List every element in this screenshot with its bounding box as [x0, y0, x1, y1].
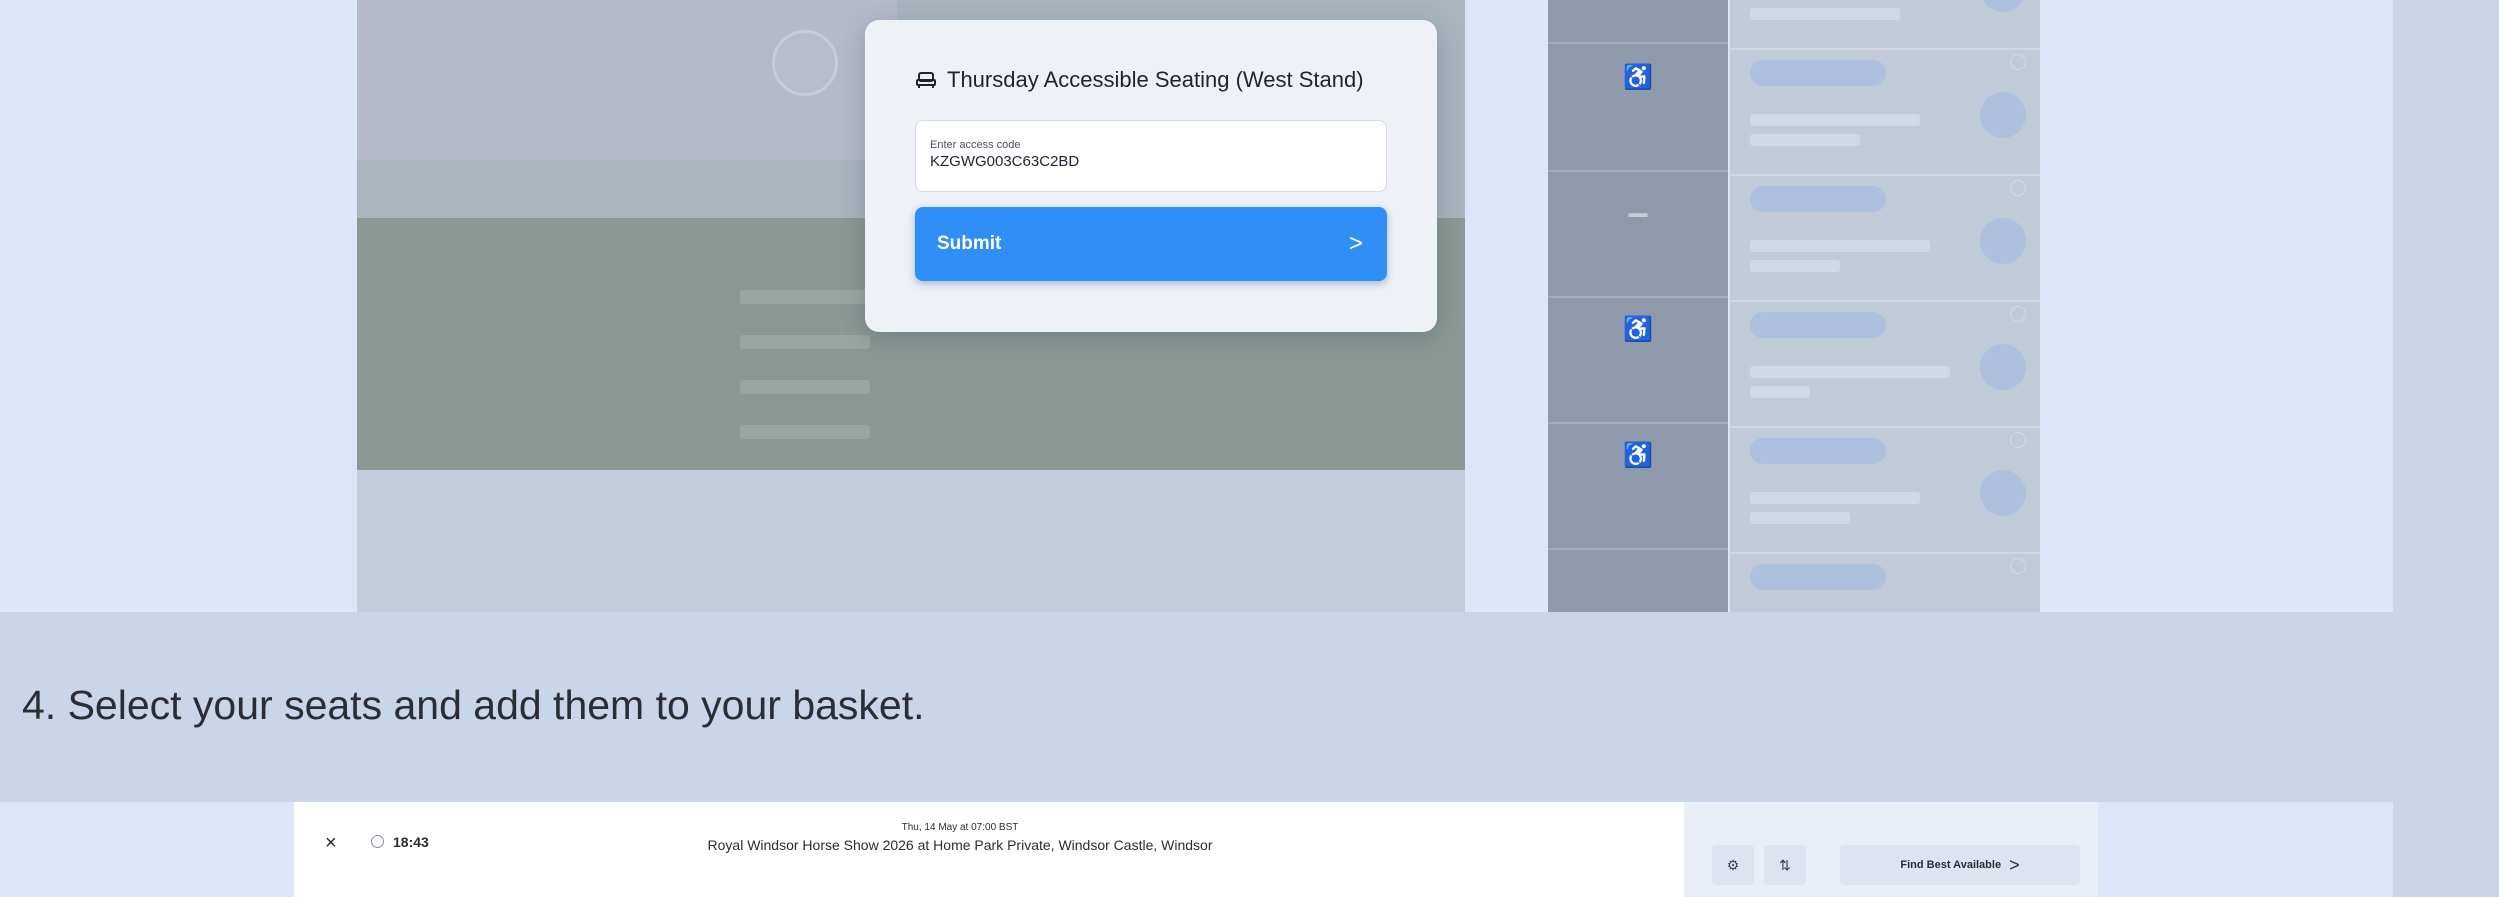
seat-map-row: [740, 290, 870, 304]
seat-map-row: [740, 380, 870, 394]
ticket-type-item: ♿: [1548, 300, 1728, 424]
seat-map-row: [740, 425, 870, 439]
info-icon: [2010, 180, 2026, 196]
find-best-available-button[interactable]: Find Best Available >: [1840, 845, 2080, 885]
add-ticket-icon: [1980, 218, 2026, 264]
find-best-available-label: Find Best Available: [1900, 859, 2002, 871]
submit-button[interactable]: Submit >: [915, 207, 1387, 281]
ticket-card: [1730, 50, 2040, 176]
ticket-type-item: ▁: [1548, 174, 1728, 298]
sort-icon: ⇅: [1779, 856, 1791, 873]
add-ticket-icon: [1980, 92, 2026, 138]
access-code-field[interactable]: Enter access code: [915, 120, 1387, 192]
wheelchair-icon: ♿: [1623, 317, 1653, 343]
dialog-title-text: Thursday Accessible Seating (West Stand): [947, 67, 1364, 92]
platform-icon: ▁: [1628, 191, 1648, 217]
ticket-type-list: ♿ ♿ ▁ ♿ ♿: [1548, 0, 1728, 612]
access-code-label: Enter access code: [930, 139, 1021, 151]
info-icon: [2010, 432, 2026, 448]
access-code-dialog: Thursday Accessible Seating (West Stand)…: [865, 20, 1437, 332]
code-needed-badge: [1750, 438, 1886, 464]
event-date: Thu, 14 May at 07:00 BST: [901, 822, 1019, 833]
wheelchair-icon: ♿: [1623, 65, 1653, 91]
add-ticket-icon: [1980, 0, 2026, 12]
seat-selection-screenshot: × 18:43 Thu, 14 May at 07:00 BST Royal W…: [0, 802, 2393, 897]
ticket-card: [1730, 428, 2040, 554]
seat-icon: [915, 69, 937, 91]
ticket-card-list: [1730, 0, 2040, 612]
access-code-input[interactable]: [930, 152, 1372, 170]
submit-button-label: Submit: [937, 233, 1002, 254]
step-instruction: 4. Select your seats and add them to you…: [22, 682, 925, 728]
chevron-right-icon: >: [2009, 854, 2020, 875]
add-ticket-icon: [1980, 470, 2026, 516]
info-icon: [2010, 306, 2026, 322]
seat-map-footer: [357, 470, 1465, 612]
filter-button[interactable]: ⚙: [1712, 845, 1754, 885]
seat-map-crest: [772, 30, 838, 96]
sort-button[interactable]: ⇅: [1764, 845, 1806, 885]
code-needed-badge: [1750, 60, 1886, 86]
info-icon: [2010, 54, 2026, 70]
countdown-timer: 18:43: [393, 834, 429, 850]
code-needed-badge: [1750, 312, 1886, 338]
ticket-card: [1730, 302, 2040, 428]
clock-icon: [371, 835, 384, 848]
ticket-type-item: [1548, 552, 1728, 612]
code-needed-badge: [1750, 186, 1886, 212]
filter-icon: ⚙: [1726, 856, 1740, 873]
ticket-card: [1730, 0, 2040, 50]
wheelchair-icon: ♿: [1623, 443, 1653, 469]
dialog-title: Thursday Accessible Seating (West Stand): [915, 66, 1364, 94]
ticket-card: [1730, 554, 2040, 612]
close-icon[interactable]: ×: [325, 832, 337, 855]
ticket-type-item: ♿: [1548, 426, 1728, 550]
seat-map-row: [740, 335, 870, 349]
chevron-right-icon: >: [1348, 230, 1363, 257]
ticket-type-item: ♿: [1548, 0, 1728, 44]
code-needed-badge: [1750, 564, 1886, 590]
ticket-card: [1730, 176, 2040, 302]
ticket-type-item: ♿: [1548, 48, 1728, 172]
access-code-screenshot: ♿ ♿ ▁ ♿ ♿: [0, 0, 2393, 612]
add-ticket-icon: [1980, 344, 2026, 390]
event-title: Royal Windsor Horse Show 2026 at Home Pa…: [707, 837, 1213, 853]
info-icon: [2010, 558, 2026, 574]
